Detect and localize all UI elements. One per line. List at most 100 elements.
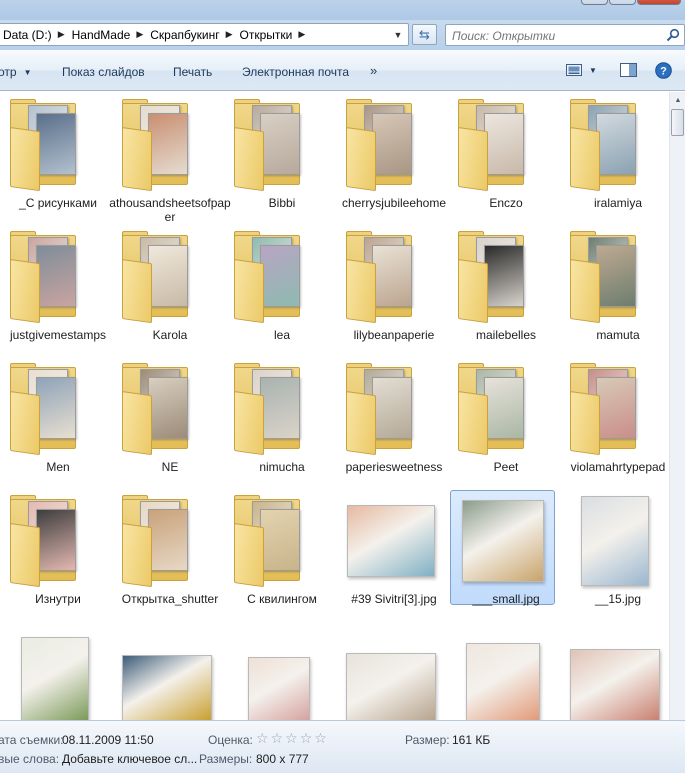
folder-item[interactable]: violamahrtypepad: [562, 359, 669, 491]
close-button[interactable]: [637, 0, 681, 5]
folder-item[interactable]: _С рисунками: [2, 95, 114, 227]
folder-item[interactable]: Изнутри: [2, 491, 114, 623]
folder-icon: [458, 363, 526, 456]
folder-icon: [234, 363, 302, 456]
image-item[interactable]: ___small.jpg: [450, 490, 562, 623]
folder-icon: [10, 231, 78, 324]
search-box[interactable]: [445, 24, 685, 46]
view-options-dropdown[interactable]: ▼: [589, 66, 597, 82]
folder-item[interactable]: NE: [114, 359, 226, 491]
breadcrumb-item[interactable]: Data (D:) ▶: [3, 28, 72, 42]
slideshow-button[interactable]: Показ слайдов: [62, 65, 145, 81]
refresh-button[interactable]: ⇆: [412, 24, 437, 45]
image-item[interactable]: [562, 623, 669, 720]
address-history-dropdown[interactable]: ▼: [388, 24, 408, 45]
vertical-scrollbar[interactable]: ▲: [669, 92, 685, 720]
image-thumbnail: [462, 500, 544, 582]
folder-icon: [122, 231, 190, 324]
more-commands-button[interactable]: »: [370, 63, 377, 79]
folder-item[interactable]: nimucha: [226, 359, 338, 491]
dimensions-label: Размеры:: [199, 752, 253, 766]
file-list-view[interactable]: _С рисунками athousandsheetsofpaper Bibbi c…: [0, 92, 669, 720]
scroll-up-arrow-icon[interactable]: ▲: [670, 92, 685, 109]
search-input[interactable]: [452, 29, 652, 43]
folder-item[interactable]: cherrysjubileehome: [338, 95, 450, 227]
rating-label: Оценка:: [208, 733, 253, 747]
preview-pane-icon[interactable]: [620, 63, 637, 77]
folder-item[interactable]: mamuta: [562, 227, 669, 359]
item-name: Bibbi: [268, 196, 296, 210]
folder-icon: [570, 99, 638, 192]
image-item[interactable]: [338, 623, 450, 720]
folder-item[interactable]: mailebelles: [450, 227, 562, 359]
rating-star-icon[interactable]: ☆: [285, 731, 298, 745]
organize-button[interactable]: отр ▼: [0, 65, 32, 81]
folder-icon: [10, 99, 78, 192]
folder-item[interactable]: iralamiya: [562, 95, 669, 227]
item-name: lea: [273, 328, 290, 342]
email-button[interactable]: Электронная почта: [242, 65, 349, 81]
breadcrumb-item[interactable]: HandMade ▶: [72, 28, 151, 42]
folder-icon: [122, 495, 190, 588]
folder-item[interactable]: lilybeanpaperie: [338, 227, 450, 359]
address-bar[interactable]: Data (D:) ▶ HandMade ▶ Скрапбукинг ▶ Открытки ▶: [0, 23, 409, 46]
image-item[interactable]: [114, 623, 226, 720]
breadcrumb-item[interactable]: Скрапбукинг ▶: [150, 28, 239, 42]
image-thumbnail: [570, 649, 660, 720]
item-name: С квилингом: [247, 592, 317, 606]
item-name: Открытка_shutter: [121, 592, 219, 606]
minimize-button[interactable]: [581, 0, 608, 5]
folder-item[interactable]: paperiesweetness: [338, 359, 450, 491]
image-item[interactable]: __15.jpg: [562, 491, 669, 623]
item-name: mailebelles: [475, 328, 537, 342]
folder-icon: [346, 363, 414, 456]
folder-icon: [458, 99, 526, 192]
folder-item[interactable]: С квилингом: [226, 491, 338, 623]
breadcrumb-separator-icon[interactable]: ▶: [136, 29, 143, 40]
breadcrumb-item[interactable]: Открытки ▶: [240, 28, 313, 42]
rating-star-icon[interactable]: ☆: [300, 731, 313, 745]
breadcrumb-label: Скрапбукинг: [150, 27, 220, 42]
rating-star-icon[interactable]: ☆: [256, 731, 269, 745]
folder-item[interactable]: Karola: [114, 227, 226, 359]
folder-icon: [10, 495, 78, 588]
dimensions-value: 800 x 777: [256, 752, 309, 766]
folder-icon: [234, 231, 302, 324]
folder-item[interactable]: Peet: [450, 359, 562, 491]
image-thumbnail: [21, 637, 89, 720]
breadcrumb-separator-icon[interactable]: ▶: [58, 29, 65, 40]
folder-item[interactable]: Открытка_shutter: [114, 491, 226, 623]
item-name: iralamiya: [593, 196, 642, 210]
rating-stars[interactable]: ☆ ☆ ☆ ☆ ☆: [256, 731, 327, 745]
print-button[interactable]: Печать: [173, 65, 212, 81]
folder-item[interactable]: athousandsheetsofpaper: [109, 95, 231, 227]
search-icon[interactable]: [666, 28, 680, 42]
folder-item[interactable]: Men: [2, 359, 114, 491]
item-name: ___small.jpg: [472, 592, 540, 606]
folder-icon: [122, 363, 190, 456]
rating-star-icon[interactable]: ☆: [314, 731, 327, 745]
date-taken-value: 08.11.2009 11:50: [62, 733, 154, 747]
scroll-thumb[interactable]: [671, 109, 684, 136]
details-pane: ата съемки: 08.11.2009 11:50 Оценка: ☆ ☆ ☆…: [0, 720, 685, 773]
size-value: 161 КБ: [452, 733, 491, 747]
refresh-icon: ⇆: [419, 26, 430, 42]
rating-star-icon[interactable]: ☆: [271, 731, 284, 745]
image-item[interactable]: [450, 623, 562, 720]
change-view-icon[interactable]: [566, 63, 582, 77]
breadcrumb-separator-icon[interactable]: ▶: [226, 29, 233, 40]
window-titlebar: [0, 0, 685, 20]
folder-item[interactable]: lea: [226, 227, 338, 359]
breadcrumb-separator-icon[interactable]: ▶: [298, 29, 305, 40]
breadcrumb-label: Data (D:): [3, 27, 52, 42]
keywords-value[interactable]: Добавьте ключевое сл...: [62, 752, 197, 766]
maximize-button[interactable]: [609, 0, 636, 5]
image-item[interactable]: [226, 623, 338, 720]
help-icon[interactable]: ?: [655, 62, 672, 79]
image-item[interactable]: #39 Sivitri[3].jpg: [338, 491, 450, 623]
folder-item[interactable]: justgivemestamps: [2, 227, 114, 359]
folder-item[interactable]: Enczo: [450, 95, 562, 227]
image-item[interactable]: [2, 623, 114, 720]
folder-icon: [570, 363, 638, 456]
folder-item[interactable]: Bibbi: [226, 95, 338, 227]
